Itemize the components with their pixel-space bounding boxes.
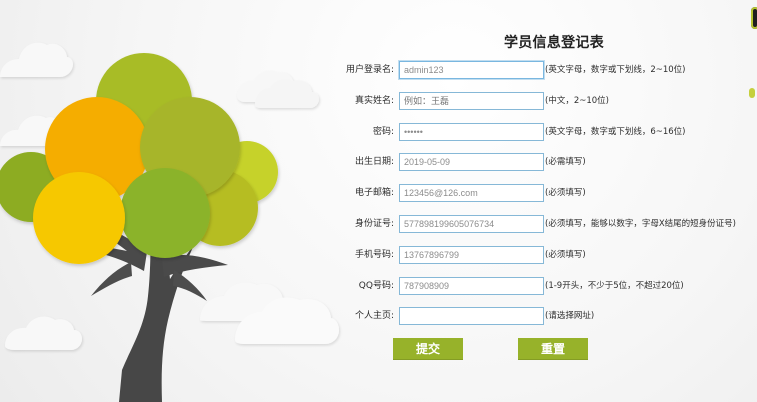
label-phone: 手机号码: xyxy=(354,250,394,260)
email-input[interactable] xyxy=(399,184,544,202)
hint-password: (英文字母，数字或下划线，6~16位) xyxy=(545,127,686,137)
form-row-email: 电子邮箱: (必须填写) xyxy=(0,182,757,204)
submit-button[interactable]: 提交 xyxy=(393,338,463,360)
label-realname: 真实姓名: xyxy=(354,96,394,106)
hint-idcard: (必须填写，能够以数字，字母X结尾的短身份证号) xyxy=(545,219,736,229)
form-row-qq: QQ号码: (1-9开头，不少于5位，不超过20位) xyxy=(0,275,757,297)
realname-input[interactable] xyxy=(399,92,544,110)
idcard-input[interactable] xyxy=(399,215,544,233)
hint-realname: (中文，2~10位) xyxy=(545,96,609,106)
hint-qq: (1-9开头，不少于5位，不超过20位) xyxy=(545,281,684,291)
homepage-input[interactable] xyxy=(399,307,544,325)
qq-input[interactable] xyxy=(399,277,544,295)
form-row-homepage: 个人主页: (请选择网址) xyxy=(0,305,757,327)
reset-button[interactable]: 重置 xyxy=(518,338,588,360)
label-email: 电子邮箱: xyxy=(354,188,394,198)
label-qq: QQ号码: xyxy=(358,281,394,291)
form-row-username: 用户登录名: (英文字母，数字或下划线，2~10位) xyxy=(0,59,757,81)
form-row-idcard: 身份证号: (必须填写，能够以数字，字母X结尾的短身份证号) xyxy=(0,213,757,235)
registration-form-container: 学员信息登记表 用户登录名: (英文字母，数字或下划线，2~10位) 真实姓名:… xyxy=(0,0,757,402)
label-birthdate: 出生日期: xyxy=(354,157,394,167)
hint-phone: (必须填写) xyxy=(545,250,586,260)
form-row-realname: 真实姓名: (中文，2~10位) xyxy=(0,90,757,112)
hint-homepage: (请选择网址) xyxy=(545,311,595,321)
form-row-birthdate: 出生日期: (必需填写) xyxy=(0,151,757,173)
label-password: 密码: xyxy=(372,127,394,137)
birthdate-input[interactable] xyxy=(399,153,544,171)
label-idcard: 身份证号: xyxy=(354,219,394,229)
form-row-password: 密码: (英文字母，数字或下划线，6~16位) xyxy=(0,121,757,143)
hint-birthdate: (必需填写) xyxy=(545,157,586,167)
password-input[interactable] xyxy=(399,123,544,141)
label-username: 用户登录名: xyxy=(345,65,394,75)
username-input[interactable] xyxy=(399,61,544,79)
form-title: 学员信息登记表 xyxy=(503,35,605,51)
phone-input[interactable] xyxy=(399,246,544,264)
label-homepage: 个人主页: xyxy=(354,311,394,321)
form-row-phone: 手机号码: (必须填写) xyxy=(0,244,757,266)
hint-email: (必须填写) xyxy=(545,188,586,198)
hint-username: (英文字母，数字或下划线，2~10位) xyxy=(545,65,686,75)
